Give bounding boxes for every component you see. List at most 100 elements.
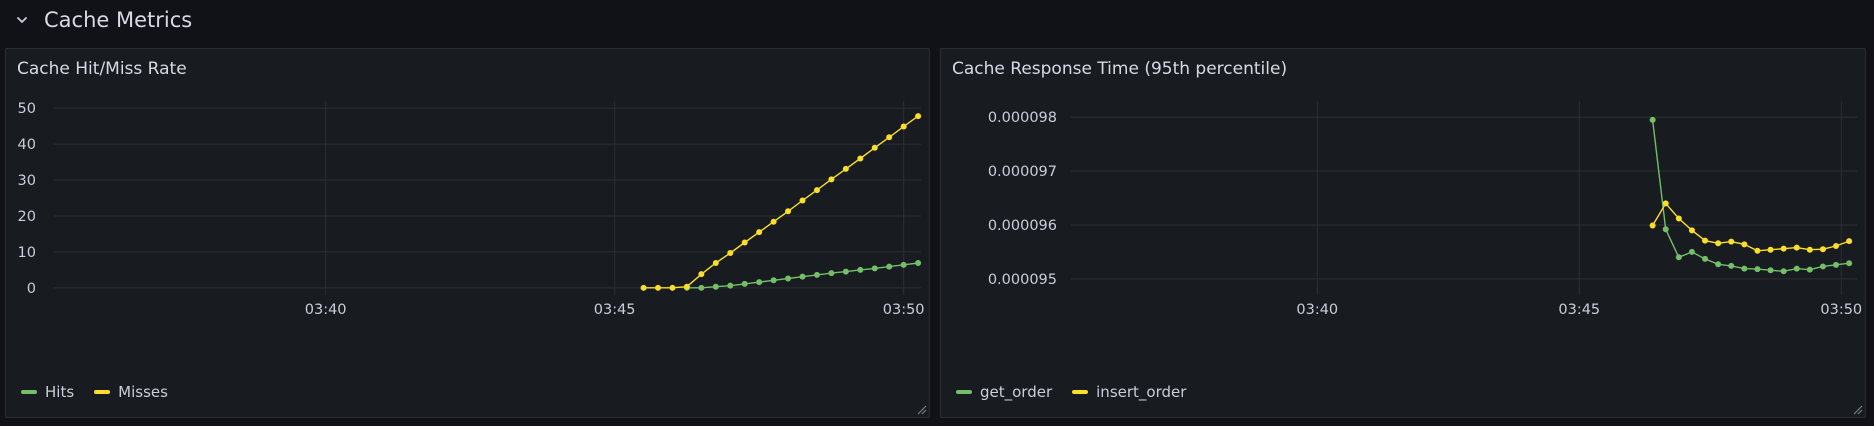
series-line-misses [643, 115, 919, 289]
data-point-misses [785, 208, 792, 215]
data-point-insert-order [1846, 238, 1853, 245]
data-point-hits [698, 284, 705, 291]
data-point-insert-order [1833, 242, 1840, 249]
x-tick-label: 03:40 [1296, 302, 1338, 318]
y-tick-label: 30 [18, 173, 36, 189]
data-point-get-order [1741, 265, 1748, 272]
legend-swatch-hits [21, 390, 37, 394]
response-time-chart: 0.000098 0.000097 0.000096 0.000095 03:40 03:… [988, 101, 1862, 318]
data-point-insert-order [1754, 247, 1761, 254]
legend-swatch-get-order [956, 390, 972, 394]
y-tick-label: 0 [27, 281, 36, 297]
panel-cache-hit-miss-rate: Cache Hit/Miss Rate 0 10 20 30 40 50 03:40 03:4… [5, 48, 930, 418]
data-point-hits [828, 270, 835, 277]
legend-item-insert-order[interactable]: insert_order [1072, 383, 1186, 401]
data-point-insert-order [1741, 241, 1748, 248]
data-point-get-order [1846, 260, 1853, 267]
data-point-insert-order [1702, 237, 1709, 244]
legend-label: get_order [980, 383, 1053, 401]
data-point-hits [785, 275, 792, 282]
chevron-down-icon[interactable] [14, 12, 30, 28]
data-point-hits [900, 261, 907, 268]
data-point-misses [886, 134, 893, 141]
data-point-get-order [1780, 268, 1787, 275]
data-point-insert-order [1806, 246, 1813, 253]
legend-item-get-order[interactable]: get_order [956, 383, 1052, 401]
data-point-get-order [1675, 254, 1682, 261]
data-point-misses [871, 144, 878, 151]
x-tick-label: 03:50 [883, 302, 925, 318]
data-point-hits [741, 280, 748, 287]
data-point-misses [712, 260, 719, 267]
data-point-insert-order [1688, 227, 1695, 234]
panel-cache-response-time: Cache Response Time (95th percentile) 0.… [940, 48, 1866, 418]
series-line-insert-order [1651, 202, 1850, 252]
data-point-misses [640, 284, 647, 291]
data-point-hits [871, 265, 878, 272]
y-tick-label: 0.000097 [988, 164, 1057, 180]
data-point-misses [698, 271, 705, 278]
x-tick-label: 03:45 [1558, 302, 1600, 318]
legend-swatch-insert-order [1072, 390, 1089, 394]
data-point-insert-order [1715, 240, 1722, 247]
row-header[interactable]: Cache Metrics [14, 0, 192, 40]
legend-label: Misses [118, 383, 168, 401]
resize-handle-icon[interactable] [915, 403, 927, 415]
data-point-hits [915, 260, 922, 267]
data-point-get-order [1754, 266, 1761, 273]
legend-item-hits[interactable]: Hits [21, 383, 74, 401]
data-point-get-order [1662, 226, 1669, 233]
data-point-insert-order [1675, 215, 1682, 222]
data-point-misses [655, 284, 662, 291]
y-tick-label: 0.000095 [988, 272, 1057, 288]
y-tick-label: 10 [18, 245, 36, 261]
data-point-get-order [1649, 116, 1656, 123]
data-point-misses [828, 176, 835, 183]
y-tick-label: 40 [18, 137, 36, 153]
data-point-get-order [1806, 266, 1813, 273]
data-point-hits [727, 282, 734, 289]
data-point-insert-order [1793, 244, 1800, 251]
data-point-hits [712, 283, 719, 290]
data-point-hits [813, 271, 820, 278]
x-tick-label: 03:40 [305, 302, 347, 318]
y-tick-label: 0.000098 [988, 110, 1057, 126]
legend-label: Hits [45, 383, 75, 401]
x-tick-label: 03:45 [594, 302, 636, 318]
data-point-get-order [1688, 248, 1695, 255]
data-point-misses [857, 155, 864, 162]
hit-miss-chart: 0 10 20 30 40 50 03:40 03:45 03:50 [18, 101, 925, 318]
data-point-hits [799, 273, 806, 280]
legend-swatch-misses [94, 390, 111, 394]
data-point-misses [813, 187, 820, 194]
resize-handle-icon[interactable] [1851, 403, 1863, 415]
series-line-get-order [1651, 119, 1850, 273]
data-point-misses [770, 218, 777, 225]
data-point-hits [857, 266, 864, 273]
data-point-insert-order [1767, 246, 1774, 253]
y-tick-label: 20 [18, 209, 36, 225]
data-point-get-order [1728, 262, 1735, 269]
data-point-insert-order [1728, 238, 1735, 245]
legend: Hits Misses [21, 383, 168, 401]
data-point-misses [669, 284, 676, 291]
data-point-misses [799, 197, 806, 204]
data-point-get-order [1767, 267, 1774, 274]
legend-item-misses[interactable]: Misses [94, 383, 168, 401]
y-tick-label: 0.000096 [988, 218, 1057, 234]
x-tick-label: 03:50 [1820, 302, 1862, 318]
data-point-misses [683, 283, 690, 290]
data-point-get-order [1702, 255, 1709, 262]
data-point-hits [756, 279, 763, 286]
y-tick-label: 50 [18, 101, 36, 117]
data-point-insert-order [1662, 200, 1669, 207]
legend-label: insert_order [1096, 383, 1187, 401]
data-point-insert-order [1649, 222, 1656, 229]
data-point-get-order [1715, 261, 1722, 268]
data-point-hits [770, 277, 777, 284]
data-point-hits [886, 263, 893, 270]
data-point-misses [915, 113, 922, 120]
data-point-hits [842, 268, 849, 275]
row-title: Cache Metrics [44, 8, 193, 32]
data-point-misses [842, 165, 849, 172]
